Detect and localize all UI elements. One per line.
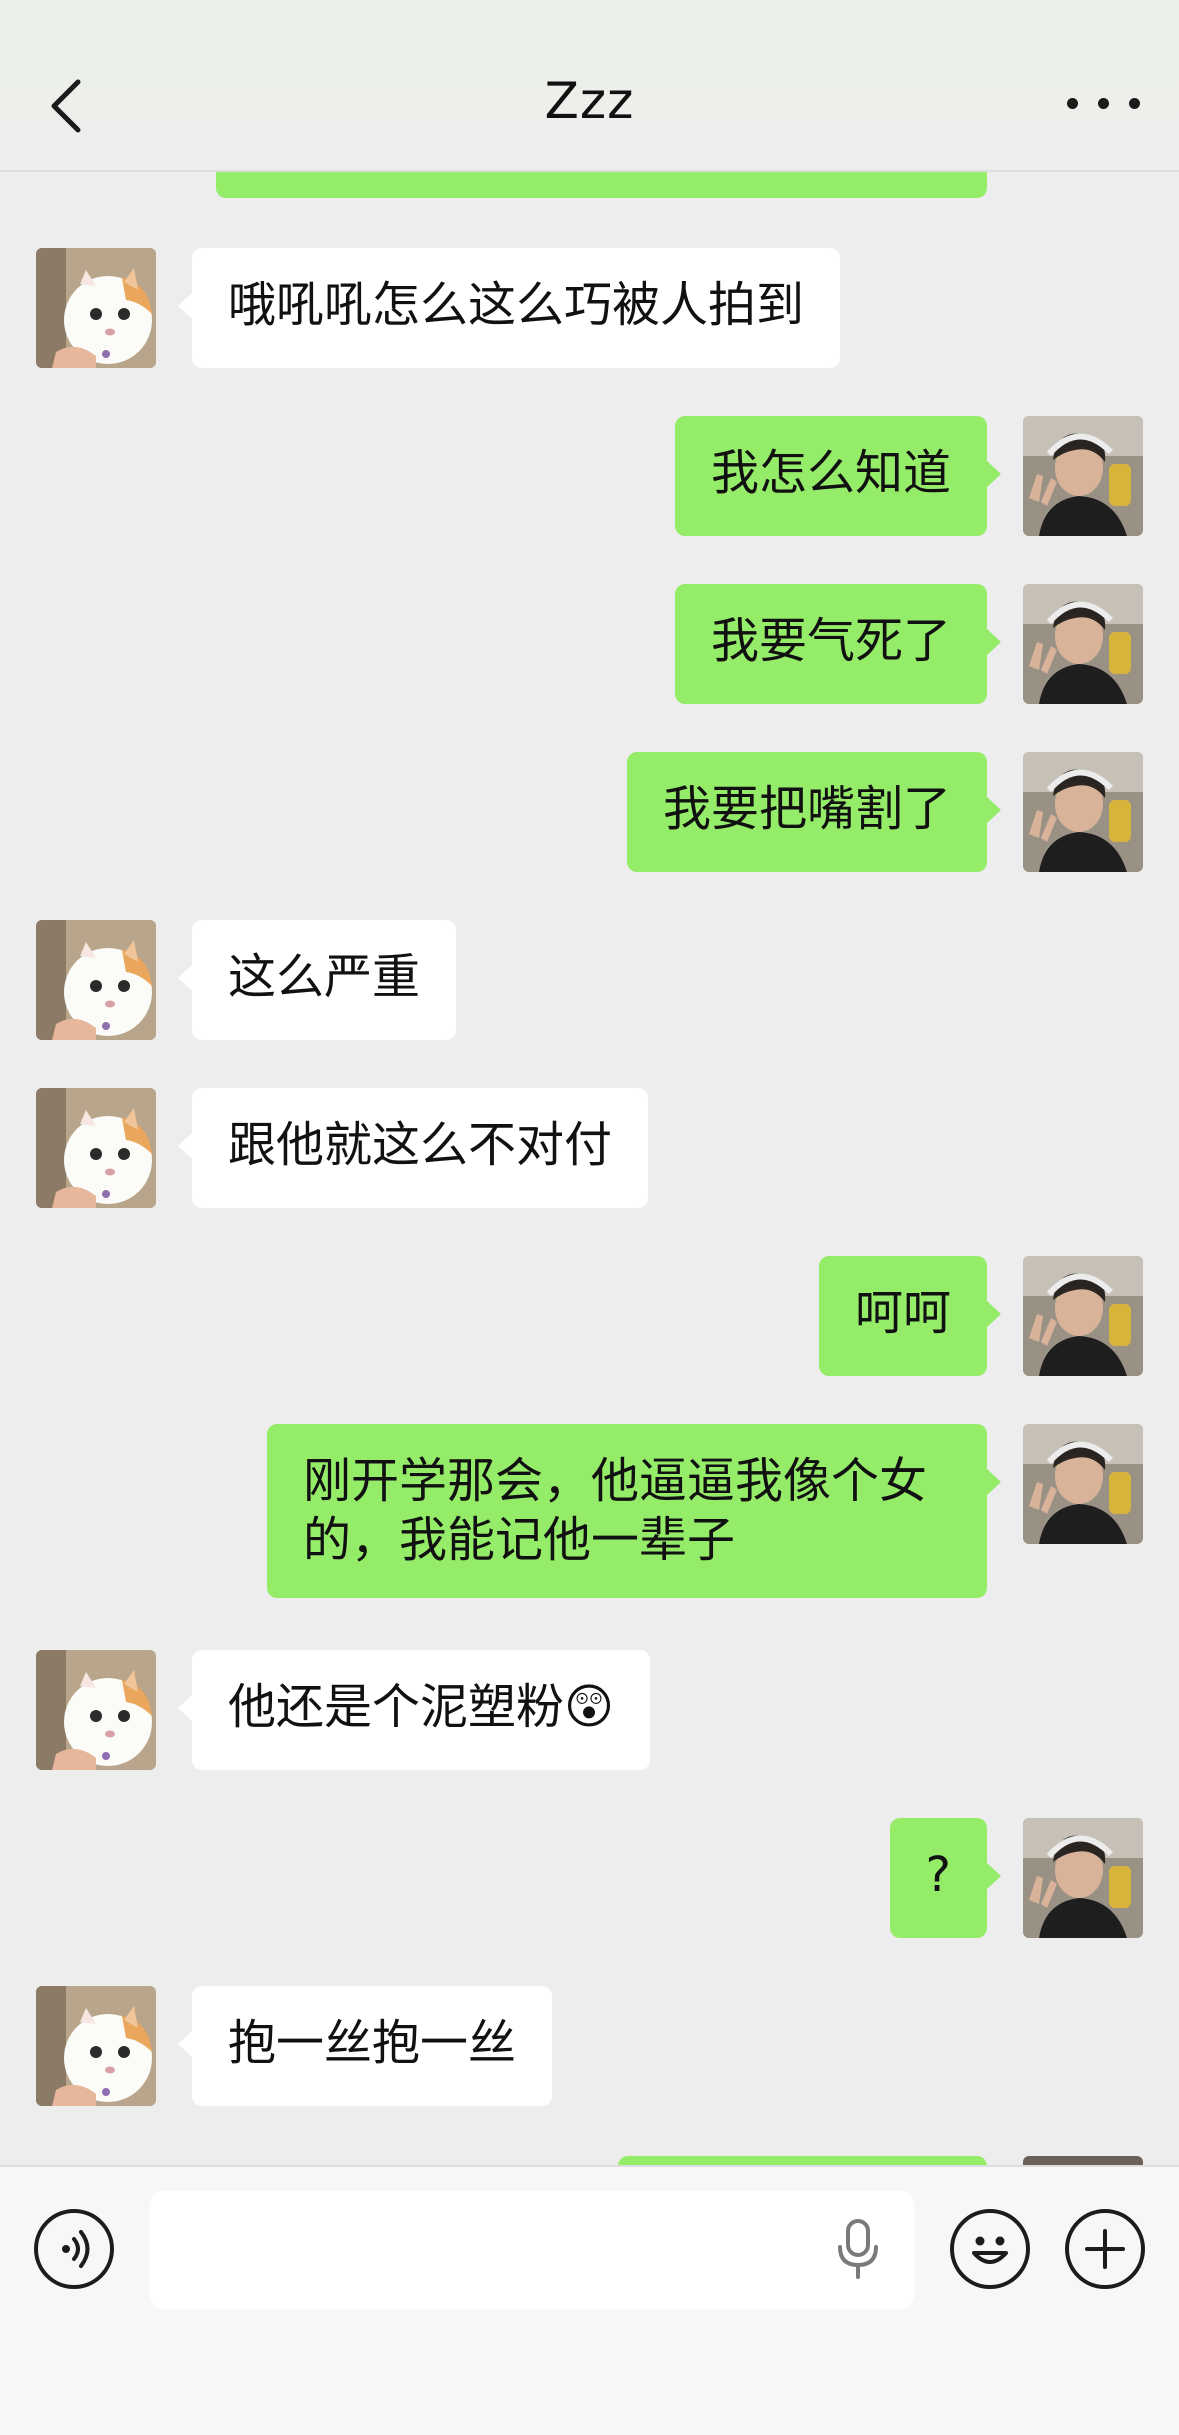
contact-avatar[interactable] [36,1650,156,1770]
emoji-button[interactable] [950,2209,1030,2289]
avatar[interactable] [1023,2156,1143,2165]
sent-message-bubble[interactable]: 呵呵 [818,1256,1002,1376]
plus-icon [1085,2229,1125,2269]
my-avatar[interactable] [1023,752,1143,872]
more-dots-icon [1067,98,1078,109]
plus-button[interactable] [1065,2209,1145,2289]
my-avatar[interactable] [1023,1818,1143,1938]
emoji-icon [972,2236,1008,2264]
more-button[interactable] [1059,78,1149,128]
composer-bar [0,2165,1179,2435]
sent-message-bubble[interactable]: 我要把嘴割了 [626,752,1002,872]
microphone-icon[interactable] [836,2219,880,2281]
received-message-bubble[interactable]: 哦吼吼怎么这么巧被人拍到 [177,248,841,368]
partial-message-bubble[interactable] [618,2156,987,2165]
received-message-bubble[interactable]: 他还是个泥塑粉😲 [177,1650,651,1770]
sent-message-bubble[interactable]: 刚开学那会，他逼逼我像个女的，我能记他一辈子 [267,1424,1001,1598]
chat-header: Zzz [0,0,1179,172]
received-message-bubble[interactable]: 这么严重 [177,920,457,1040]
contact-avatar[interactable] [36,1986,156,2106]
contact-avatar[interactable] [36,248,156,368]
voice-button[interactable] [34,2209,114,2289]
contact-avatar[interactable] [36,920,156,1040]
my-avatar[interactable] [1023,1256,1143,1376]
sent-message-bubble[interactable]: ? [889,1818,1002,1938]
chat-screen: Zzz 哦吼吼怎么这么巧被人拍到 我怎么知道 我要气死了 我要把嘴割了 这么严重… [0,0,1179,2435]
received-message-bubble[interactable]: 抱一丝抱一丝 [177,1986,553,2106]
chat-title: Zzz [544,72,635,130]
voice-icon [62,2230,90,2268]
sent-message-bubble[interactable]: 我怎么知道 [674,416,1002,536]
my-avatar[interactable] [1023,416,1143,536]
message-input[interactable] [150,2191,914,2309]
message-list[interactable]: 哦吼吼怎么这么巧被人拍到 我怎么知道 我要气死了 我要把嘴割了 这么严重 跟他就… [0,170,1179,2165]
received-message-bubble[interactable]: 跟他就这么不对付 [177,1088,649,1208]
sent-message-bubble[interactable]: 我要气死了 [674,584,1002,704]
partial-message-bubble[interactable] [216,170,987,198]
my-avatar[interactable] [1023,1424,1143,1544]
my-avatar[interactable] [1023,584,1143,704]
contact-avatar[interactable] [36,1088,156,1208]
